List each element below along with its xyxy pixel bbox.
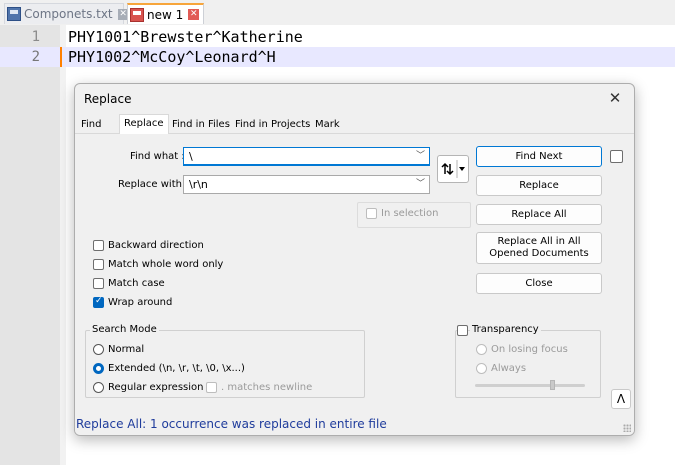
regex-mode-label: Regular expression — [108, 382, 204, 393]
close-button[interactable]: Close — [476, 273, 602, 294]
tab-replace[interactable]: Replace — [119, 114, 169, 135]
normal-mode-radio[interactable] — [93, 344, 104, 355]
match-case-label: Match case — [108, 278, 165, 289]
search-mode-title: Search Mode — [90, 324, 159, 335]
tab-componets-txt[interactable]: Componets.txt ✕ — [4, 3, 129, 24]
collapse-up-icon[interactable]: ᐱ — [611, 389, 631, 409]
editor-line[interactable]: 1 PHY1001^Brewster^Katherine — [0, 27, 675, 47]
match-whole-word-label: Match whole word only — [108, 259, 224, 270]
chevron-down-icon[interactable]: ﹀ — [416, 148, 425, 165]
close-dialog-icon[interactable]: ✕ — [604, 87, 626, 109]
current-line-marker — [60, 47, 62, 67]
replace-panel: Find what : \ ﹀ Replace with : \r\n ﹀ Fi… — [75, 134, 634, 414]
normal-mode-label: Normal — [108, 344, 145, 355]
close-tab-icon[interactable]: ✕ — [188, 9, 200, 20]
replace-dialog: Replace ✕ Find Replace Find in Files Fin… — [74, 83, 635, 436]
swap-arrows-icon — [441, 160, 465, 178]
status-message: Replace All: 1 occurrence was replaced i… — [76, 417, 387, 431]
swap-direction-button[interactable] — [437, 155, 469, 183]
matches-newline-checkbox[interactable] — [206, 382, 217, 393]
tab-find-in-files[interactable]: Find in Files — [172, 116, 230, 133]
line-number-gutter — [0, 25, 60, 465]
tab-label: Componets.txt — [24, 7, 113, 21]
unsaved-file-icon — [130, 7, 144, 22]
editor-line-current[interactable]: 2 PHY1002^McCoy^Leonard^H — [0, 47, 675, 67]
in-selection-checkbox[interactable] — [366, 208, 377, 219]
resize-grip-icon[interactable] — [623, 424, 631, 432]
extended-mode-radio[interactable] — [93, 363, 104, 374]
always-radio[interactable] — [476, 363, 487, 374]
line-text[interactable]: PHY1002^McCoy^Leonard^H — [68, 47, 276, 67]
transparency-slider[interactable] — [475, 380, 585, 390]
extended-mode-label: Extended (\n, \r, \t, \0, \x...) — [108, 363, 245, 374]
line-number: 2 — [31, 49, 40, 65]
find-what-label: Find what : — [130, 151, 185, 162]
find-what-input[interactable]: \ ﹀ — [183, 147, 430, 166]
on-losing-focus-label: On losing focus — [491, 344, 568, 355]
wrap-around-checkbox[interactable] — [93, 296, 104, 308]
on-losing-focus-radio[interactable] — [476, 344, 487, 355]
tab-find-in-projects[interactable]: Find in Projects — [235, 116, 310, 133]
transparency-checkbox[interactable] — [457, 325, 468, 336]
tab-find[interactable]: Find — [81, 116, 102, 133]
regex-mode-radio[interactable] — [93, 382, 104, 393]
transparency-title: Transparency — [470, 324, 541, 335]
replace-all-button[interactable]: Replace All — [476, 204, 602, 225]
dialog-tabs: Find Replace Find in Files Find in Proje… — [75, 114, 634, 135]
find-next-button[interactable]: Find Next — [476, 146, 602, 167]
tab-mark[interactable]: Mark — [315, 116, 340, 133]
status-bar: Replace All: 1 occurrence was replaced i… — [75, 414, 634, 435]
dialog-title: Replace — [84, 92, 132, 106]
match-case-checkbox[interactable] — [93, 278, 104, 289]
line-number: 1 — [31, 29, 40, 45]
replace-with-input[interactable]: \r\n ﹀ — [183, 175, 430, 194]
matches-newline-label: . matches newline — [221, 382, 313, 393]
in-selection-label: In selection — [381, 208, 439, 219]
tab-new-1[interactable]: new 1 ✕ — [127, 3, 204, 24]
line-text[interactable]: PHY1001^Brewster^Katherine — [68, 27, 303, 47]
replace-with-value: \r\n — [189, 178, 208, 191]
document-tab-bar: Componets.txt ✕ new 1 ✕ — [0, 0, 675, 25]
replace-button[interactable]: Replace — [476, 175, 602, 196]
replace-all-opened-button[interactable]: Replace All in All Opened Documents — [476, 232, 602, 264]
backward-direction-checkbox[interactable] — [93, 240, 104, 251]
always-label: Always — [491, 363, 527, 374]
find-next-option-checkbox[interactable] — [610, 150, 623, 163]
find-what-value: \ — [189, 150, 193, 163]
fold-margin — [60, 25, 66, 465]
wrap-around-label: Wrap around — [108, 297, 173, 308]
backward-direction-label: Backward direction — [108, 240, 204, 251]
saved-file-icon — [7, 7, 21, 21]
replace-with-label: Replace with : — [118, 179, 189, 190]
slider-thumb[interactable] — [550, 380, 555, 390]
tab-label: new 1 — [147, 7, 184, 22]
chevron-down-icon[interactable]: ﹀ — [416, 176, 425, 193]
match-whole-word-checkbox[interactable] — [93, 259, 104, 270]
